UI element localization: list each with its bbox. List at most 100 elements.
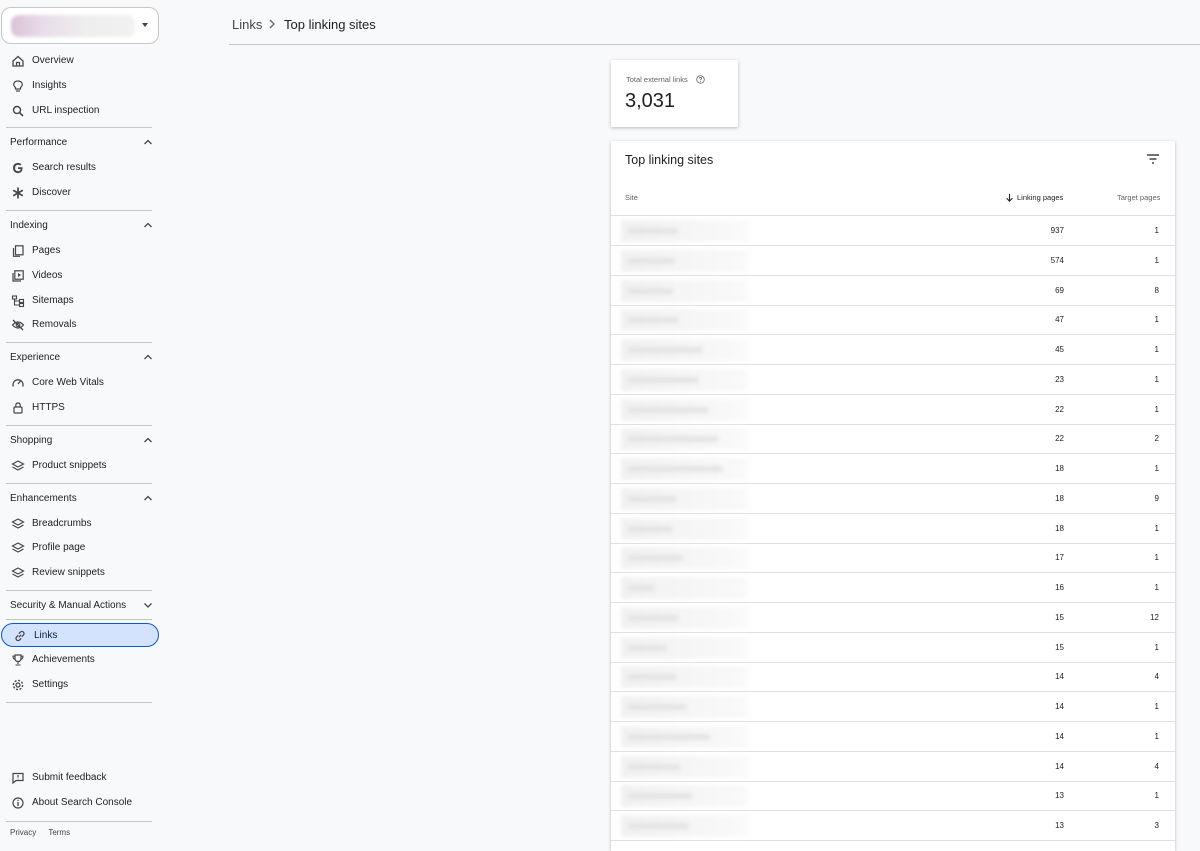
column-header-linking-pages[interactable]: Linking pages — [1005, 193, 1063, 202]
eye-off-icon — [11, 319, 25, 331]
privacy-link[interactable]: Privacy — [10, 828, 36, 837]
linking-pages-cell: 69 — [1055, 285, 1064, 295]
section-header-enhancements[interactable]: Enhancements — [0, 488, 158, 508]
table-row[interactable]: 15 1 — [611, 633, 1175, 663]
property-selector[interactable] — [1, 7, 159, 44]
table-row[interactable]: 23 1 — [611, 365, 1175, 395]
target-pages-cell: 3 — [1154, 821, 1159, 830]
table-row[interactable]: 16 1 — [611, 573, 1175, 603]
sidebar-item-pages[interactable]: Pages — [0, 239, 158, 263]
site-name-redacted — [621, 636, 749, 659]
sidebar-item-https[interactable]: HTTPS — [0, 396, 158, 420]
section-header-indexing[interactable]: Indexing — [0, 215, 158, 235]
site-name-redacted — [621, 279, 749, 302]
table-row[interactable]: 13 1 — [611, 781, 1175, 812]
help-icon[interactable] — [696, 75, 705, 84]
sidebar-item-label: Insights — [32, 79, 67, 91]
site-name-redacted — [621, 220, 749, 242]
chevron-down-icon — [142, 23, 148, 27]
sidebar-item-label: Overview — [32, 55, 74, 66]
table-row[interactable]: 18 9 — [611, 484, 1175, 514]
feedback-icon — [12, 772, 24, 785]
sidebar-item-removals[interactable]: Removals — [0, 313, 158, 337]
section-header-experience[interactable]: Experience — [0, 347, 158, 367]
sidebar-item-overview[interactable]: Overview — [0, 49, 158, 73]
target-pages-cell: 9 — [1154, 493, 1159, 503]
home-icon — [12, 55, 24, 67]
section-title: Shopping — [10, 434, 53, 446]
sidebar-item-profile-page[interactable]: Profile page — [0, 536, 158, 560]
sidebar-item-label: HTTPS — [32, 402, 65, 413]
table-row[interactable]: 937 1 — [611, 216, 1175, 246]
sidebar-item-sitemaps[interactable]: Sitemaps — [0, 289, 158, 313]
table-row[interactable]: 14 1 — [611, 692, 1175, 722]
breadcrumb: Links Top linking sites — [229, 0, 1200, 45]
legal-links: Privacy Terms — [10, 828, 80, 837]
sidebar-item-achievements[interactable]: Achievements — [0, 648, 158, 672]
section-header-performance[interactable]: Performance — [0, 132, 158, 152]
target-pages-cell: 1 — [1154, 255, 1159, 265]
section-title: Experience — [10, 352, 61, 364]
sidebar-item-label: Submit feedback — [32, 772, 107, 783]
sidebar-item-label: Removals — [32, 319, 77, 331]
linking-pages-cell: 16 — [1055, 583, 1064, 592]
sidebar-item-url-inspection[interactable]: URL inspection — [0, 99, 158, 123]
table-row[interactable]: 574 1 — [611, 246, 1175, 276]
link-icon — [15, 630, 25, 642]
total-external-links-card: Total external links 3,031 — [611, 60, 738, 127]
table-row[interactable]: 18 1 — [611, 514, 1175, 544]
layers-icon — [11, 542, 25, 554]
sidebar-divider — [6, 820, 152, 822]
sidebar-item-label: Search results — [32, 162, 96, 174]
site-name-redacted — [621, 606, 749, 629]
table-row[interactable]: 15 12 — [611, 603, 1175, 633]
sidebar-item-label: URL inspection — [32, 104, 100, 116]
sidebar-item-links[interactable]: Links — [1, 623, 159, 647]
target-pages-cell: 1 — [1154, 553, 1159, 563]
sidebar-item-settings[interactable]: Settings — [0, 673, 158, 697]
page-title: Top linking sites — [284, 17, 376, 32]
sidebar-item-insights[interactable]: Insights — [0, 74, 158, 98]
table-row[interactable]: 18 1 — [611, 454, 1175, 484]
sidebar-item-core-web-vitals[interactable]: Core Web Vitals — [0, 371, 158, 395]
table-row[interactable]: 69 8 — [611, 276, 1175, 306]
sidebar-item-search-results[interactable]: Search results — [0, 156, 158, 180]
table-row[interactable]: 45 1 — [611, 335, 1175, 365]
table-row[interactable]: 13 3 — [611, 811, 1175, 841]
table-row[interactable]: 22 1 — [611, 395, 1175, 425]
site-name-redacted — [621, 577, 749, 599]
linking-pages-cell: 23 — [1055, 374, 1064, 384]
site-name-redacted — [621, 547, 749, 570]
sidebar-item-label: About Search Console — [32, 796, 133, 808]
column-header-target-pages[interactable]: Target pages — [1117, 193, 1160, 202]
sidebar-item-about-search-console[interactable]: About Search Console — [0, 791, 158, 815]
sidebar-item-review-snippets[interactable]: Review snippets — [0, 561, 158, 585]
property-name-redacted — [11, 14, 135, 37]
linking-pages-cell: 14 — [1055, 702, 1064, 711]
sidebar-item-label: Core Web Vitals — [32, 377, 104, 389]
breadcrumb-links[interactable]: Links — [232, 17, 262, 32]
sidebar-item-discover[interactable]: Discover — [0, 181, 158, 205]
table-row[interactable]: 14 4 — [611, 662, 1175, 693]
linking-pages-cell: 47 — [1055, 315, 1064, 325]
table-row[interactable]: 17 1 — [611, 543, 1175, 574]
table-row[interactable]: 47 1 — [611, 305, 1175, 336]
info-icon — [12, 797, 24, 809]
terms-link[interactable]: Terms — [48, 828, 70, 837]
sidebar-item-videos[interactable]: Videos — [0, 264, 158, 288]
sidebar-item-product-snippets[interactable]: Product snippets — [0, 454, 158, 478]
table-row[interactable]: 14 1 — [611, 722, 1175, 752]
sidebar-item-label: Discover — [32, 187, 71, 199]
section-header-security-and-manual-actions[interactable]: Security & Manual Actions — [0, 595, 158, 615]
table-row[interactable]: 14 4 — [611, 752, 1175, 782]
sidebar-item-breadcrumbs[interactable]: Breadcrumbs — [0, 512, 158, 536]
column-header-site[interactable]: Site — [625, 193, 638, 202]
filter-icon[interactable] — [1145, 152, 1161, 166]
sidebar-item-submit-feedback[interactable]: Submit feedback — [0, 766, 158, 790]
linking-pages-cell: 17 — [1055, 553, 1064, 563]
table-row[interactable]: 22 2 — [611, 424, 1175, 455]
section-header-shopping[interactable]: Shopping — [0, 430, 158, 450]
linking-pages-cell: 13 — [1055, 791, 1064, 801]
linking-pages-cell: 18 — [1055, 493, 1064, 503]
sidebar-item-label: Pages — [32, 245, 61, 256]
